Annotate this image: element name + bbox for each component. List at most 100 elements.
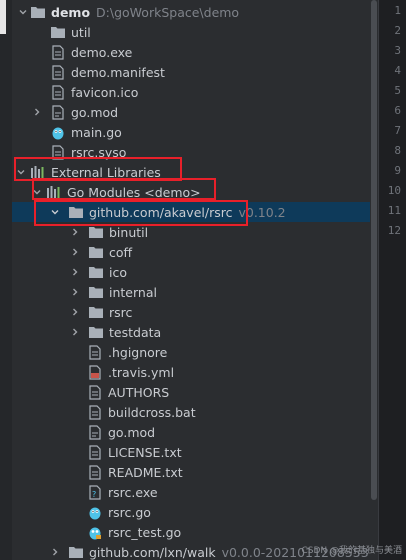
scrollbar-thumb[interactable] [371,0,377,500]
chevron-down-icon[interactable] [48,202,62,222]
text-file-icon [87,464,103,480]
text-file-icon [87,384,103,400]
tree-item-util[interactable]: util [12,22,370,42]
vertical-scrollbar[interactable] [370,0,378,560]
project-path: D:\goWorkSpace\demo [96,4,240,20]
tree-file-hgignore[interactable]: .hgignore [12,342,370,362]
folder-label: testdata [109,324,162,340]
folder-icon [88,304,104,320]
folder-icon [88,264,104,280]
tree-go-modules[interactable]: Go Modules <demo> [12,182,370,202]
folder-label: rsrc [109,304,133,320]
folder-icon [30,4,46,20]
tree-file-license[interactable]: LICENSE.txt [12,442,370,462]
go-file-icon [87,504,103,520]
tree-file-authors[interactable]: AUTHORS [12,382,370,402]
line-number: 3 [394,44,401,57]
item-label: rsrc.syso [71,144,127,160]
chevron-right-icon[interactable] [68,262,82,282]
library-icon [30,164,46,180]
tree-file-readme[interactable]: README.txt [12,462,370,482]
module-name: github.com/lxn/walk [89,544,216,560]
item-label: util [71,24,91,40]
file-label: rsrc.exe [108,484,158,500]
chevron-right-icon[interactable] [68,242,82,262]
folder-icon [88,224,104,240]
tree-item-favicon[interactable]: favicon.ico [12,82,370,102]
file-label: rsrc_test.go [108,524,182,540]
line-number: 6 [394,104,401,117]
chevron-right-icon[interactable] [30,102,44,122]
line-number: 2 [394,24,401,37]
file-icon [50,144,66,160]
folder-icon [68,204,84,220]
go-mod-icon [87,424,103,440]
chevron-right-icon[interactable] [68,302,82,322]
tree-external-libraries[interactable]: External Libraries [12,162,370,182]
chevron-right-icon[interactable] [68,222,82,242]
tree-item-go-mod[interactable]: go.mod [12,102,370,122]
line-number: 8 [394,144,401,157]
chevron-right-icon[interactable] [48,542,62,560]
tree-root-demo[interactable]: demo D:\goWorkSpace\demo [12,2,370,22]
tree-file-rsrc-exe[interactable]: ? rsrc.exe [12,482,370,502]
external-libraries-label: External Libraries [51,164,161,180]
go-modules-label: Go Modules <demo> [67,184,201,200]
folder-icon [88,324,104,340]
line-number: 5 [394,84,401,97]
line-number: 9 [394,164,401,177]
chevron-down-icon[interactable] [16,2,30,22]
tree-file-travis[interactable]: .travis.yml [12,362,370,382]
item-label: demo.exe [71,44,133,60]
text-file-icon [87,444,103,460]
tree-file-go-mod[interactable]: go.mod [12,422,370,442]
watermark: CSDN @我的基独与美酒 [301,546,402,556]
file-icon [50,44,66,60]
chevron-right-icon[interactable] [68,282,82,302]
folder-icon [50,24,66,40]
file-label: AUTHORS [108,384,170,400]
item-label: main.go [71,124,122,140]
item-label: favicon.ico [71,84,139,100]
tree-folder-ico[interactable]: ico [12,262,370,282]
file-icon [50,84,66,100]
file-label: go.mod [108,424,156,440]
file-label: LICENSE.txt [108,444,182,460]
module-name: github.com/akavel/rsrc [89,204,233,220]
tree-folder-coff[interactable]: coff [12,242,370,262]
line-number: 12 [387,224,401,237]
chevron-down-icon[interactable] [30,182,44,202]
library-icon [46,184,62,200]
tree-file-rsrc-test-go[interactable]: rsrc_test.go [12,522,370,542]
tree-folder-binutil[interactable]: binutil [12,222,370,242]
tree-file-rsrc-go[interactable]: rsrc.go [12,502,370,522]
yaml-file-icon [87,364,103,380]
file-label: .hgignore [108,344,168,360]
item-label: go.mod [71,104,119,120]
tree-item-rsrc-syso[interactable]: rsrc.syso [12,142,370,162]
chevron-down-icon[interactable] [14,162,28,182]
chevron-right-icon[interactable] [68,322,82,342]
strip-indicator [0,0,6,34]
tree-module-rsrc[interactable]: github.com/akavel/rsrc v0.10.2 [12,202,370,222]
module-version: v0.10.2 [238,204,286,220]
text-file-icon [87,344,103,360]
tree-folder-internal[interactable]: internal [12,282,370,302]
folder-label: ico [109,264,127,280]
tree-file-buildcross[interactable]: buildcross.bat [12,402,370,422]
tree-folder-rsrc[interactable]: rsrc [12,302,370,322]
file-icon [50,64,66,80]
tree-folder-testdata[interactable]: testdata [12,322,370,342]
item-label: demo.manifest [71,64,165,80]
folder-icon [68,544,84,560]
line-number: 11 [387,204,401,217]
folder-icon [88,244,104,260]
tree-item-demo-manifest[interactable]: demo.manifest [12,62,370,82]
tree-item-main-go[interactable]: main.go [12,122,370,142]
svg-text:?: ? [92,490,96,499]
folder-icon [88,284,104,300]
folder-label: binutil [109,224,149,240]
go-file-icon [50,124,66,140]
tree-item-demo-exe[interactable]: demo.exe [12,42,370,62]
line-number: 10 [387,184,401,197]
